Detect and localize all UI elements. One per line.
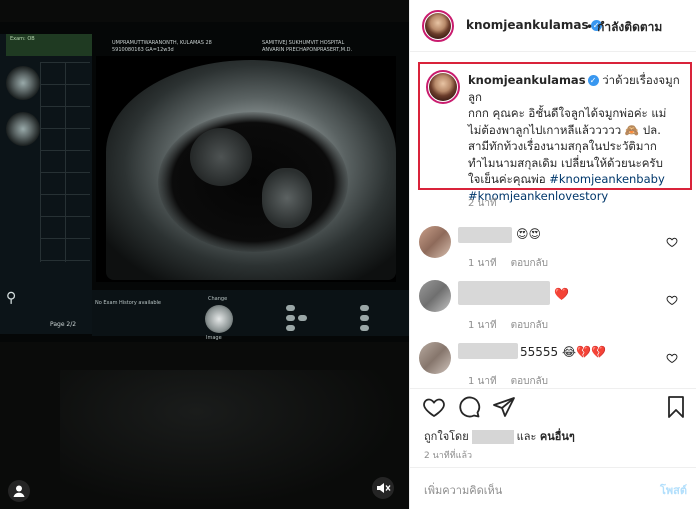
reply-link[interactable]: ตอบกลับ <box>511 258 548 269</box>
heart-icon[interactable] <box>666 236 678 248</box>
verified-badge-icon: ✓ <box>587 75 599 86</box>
fetus-head <box>190 128 252 186</box>
control-button <box>286 325 295 331</box>
exam-label: Exam: OB <box>6 34 92 56</box>
caption-username[interactable]: knomjeankulamas <box>468 73 586 87</box>
comment-text: 55555 😂💔💔 <box>520 345 606 359</box>
share-plane-icon[interactable] <box>492 395 516 419</box>
reply-link[interactable]: ตอบกลับ <box>511 376 548 387</box>
bookmark-icon[interactable] <box>664 395 688 419</box>
blurred-username[interactable] <box>458 227 512 243</box>
comment-bubble-icon[interactable] <box>457 395 481 419</box>
post-sidebar: knomjeankulamas ✓ • กำลังติดตาม knomjeanku… <box>409 0 696 509</box>
instagram-post-modal: Exam: OB UMPRAMUTTWARANONTH, KULAMAS 28 … <box>0 0 696 509</box>
caption-avatar[interactable] <box>429 73 457 101</box>
tripod-icon: ⚲ <box>6 290 17 306</box>
image-label: Image <box>206 335 222 341</box>
comment-avatar[interactable] <box>419 342 451 374</box>
gestational-sac <box>158 112 348 252</box>
comment-text: ❤️ <box>554 287 569 301</box>
add-comment-bar: เพิ่มความคิดเห็น โพสต์ <box>410 467 696 511</box>
avatar[interactable] <box>425 13 451 39</box>
control-button <box>360 325 369 331</box>
post-actions: ถูกใจโดย และ คนอื่นๆ 2 นาทีที่แล้ว เพิ่มค… <box>410 388 696 510</box>
comment-item: 😍😍 1 นาที ตอบกลับ <box>410 222 696 282</box>
liked-by-line: ถูกใจโดย และ คนอื่นๆ <box>424 430 575 444</box>
room-background <box>60 370 400 509</box>
patient-info: UMPRAMUTTWARANONTH, KULAMAS 28 591008016… <box>112 40 212 53</box>
post-comment-button[interactable]: โพสต์ <box>660 481 687 499</box>
post-time-ago: 2 นาทีที่แล้ว <box>424 451 473 461</box>
comment-avatar[interactable] <box>419 280 451 312</box>
scan-thumbnail <box>6 66 40 100</box>
scan-thumbnail <box>6 112 40 146</box>
control-button <box>298 315 307 321</box>
blurred-liker[interactable] <box>471 430 514 444</box>
measurement-table <box>40 62 90 262</box>
change-label: Change <box>208 296 228 302</box>
control-button <box>360 305 369 311</box>
comment-item: ❤️ 1 นาที ตอบกลับ <box>410 280 696 340</box>
others-link[interactable]: คนอื่นๆ <box>540 430 575 443</box>
comment-meta: 1 นาที ตอบกลับ <box>468 320 548 331</box>
comment-avatar[interactable] <box>419 226 451 258</box>
like-heart-icon[interactable] <box>422 395 446 419</box>
post-caption: knomjeankulamas ✓ ว่าด้วยเรื่องจมูกลูก กก… <box>468 73 680 203</box>
control-button <box>360 315 369 321</box>
control-button <box>286 305 295 311</box>
fetus-body <box>262 168 312 228</box>
page-label: Page 2/2 <box>50 321 77 328</box>
hashtag-link[interactable]: #knomjeankenbaby <box>549 172 665 186</box>
blurred-username[interactable] <box>458 281 550 305</box>
comment-text: 😍😍 <box>516 227 542 241</box>
speaker-muted-icon[interactable] <box>372 477 394 499</box>
no-history-label: No Exam History available <box>95 300 161 306</box>
caption-timestamp: 2 นาที <box>468 198 497 209</box>
heart-icon[interactable] <box>666 352 678 364</box>
hospital-info: SAMITIVEJ SUKHUMVIT HOSPITAL ANVARIN PRE… <box>262 40 353 53</box>
blurred-username[interactable] <box>458 343 518 359</box>
comment-input[interactable]: เพิ่มความคิดเห็น <box>424 481 502 499</box>
post-video[interactable]: Exam: OB UMPRAMUTTWARANONTH, KULAMAS 28 … <box>0 0 409 509</box>
comment-meta: 1 นาที ตอบกลับ <box>468 376 548 387</box>
control-button <box>286 315 295 321</box>
reply-link[interactable]: ตอบกลับ <box>511 320 548 331</box>
follow-status[interactable]: • กำลังติดตาม <box>586 18 662 37</box>
control-knob <box>205 305 233 333</box>
post-header: knomjeankulamas ✓ • กำลังติดตาม <box>410 0 696 52</box>
comment-meta: 1 นาที ตอบกลับ <box>468 258 548 269</box>
header-username[interactable]: knomjeankulamas ✓ <box>466 18 602 32</box>
user-tag-icon[interactable] <box>8 480 30 502</box>
heart-icon[interactable] <box>666 294 678 306</box>
